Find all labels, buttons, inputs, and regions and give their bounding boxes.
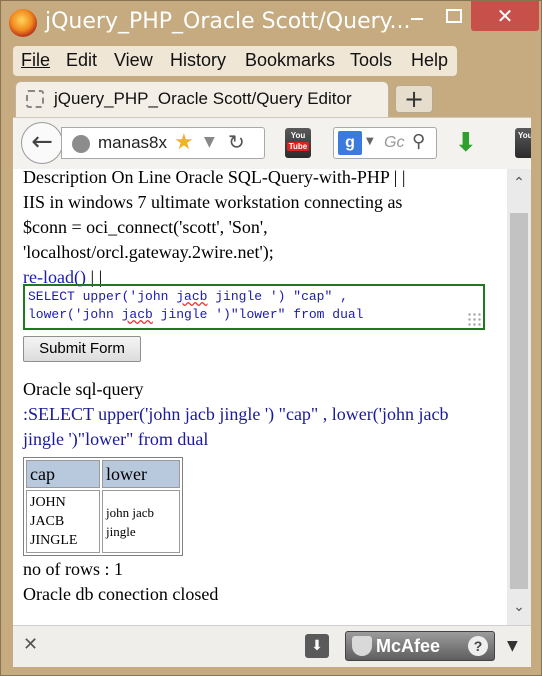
search-icon[interactable]: ⚲ bbox=[412, 131, 425, 152]
connection-closed-message: Oracle db conection closed bbox=[23, 584, 219, 604]
sql-text-misspelled: jacb bbox=[176, 289, 208, 304]
add-on-bar: ✕ ⬇ McAfee ? ▼ bbox=[13, 625, 531, 667]
tab-title: jQuery_PHP_Oracle Scott/Query Editor bbox=[54, 89, 352, 108]
cell-line: JINGLE bbox=[30, 533, 78, 548]
globe-icon[interactable] bbox=[72, 135, 90, 153]
submit-form-button[interactable]: Submit Form bbox=[23, 336, 141, 362]
help-icon[interactable]: ? bbox=[468, 636, 488, 656]
back-arrow-icon[interactable]: ← bbox=[21, 122, 63, 164]
cell-line: john jacb bbox=[106, 504, 155, 520]
query-text: :SELECT upper('john jacb jingle ') "cap"… bbox=[23, 404, 449, 449]
menu-file[interactable]: File bbox=[21, 50, 50, 71]
tab-query-editor[interactable]: jQuery_PHP_Oracle Scott/Query Editor bbox=[15, 81, 389, 117]
menu-bookmarks-label: Bookmarks bbox=[245, 50, 336, 70]
column-header-lower: lower bbox=[102, 460, 180, 488]
row-count: no of rows : 1 bbox=[23, 559, 123, 579]
menu-edit[interactable]: Edit bbox=[66, 50, 97, 71]
page-icon bbox=[26, 90, 44, 108]
search-bar[interactable]: g ▼ Gc ⚲ bbox=[333, 127, 437, 159]
description-line: 'localhost/orcl.gateway.2wire.net'); bbox=[23, 242, 274, 262]
sql-text: SELECT upper('john bbox=[28, 289, 177, 304]
browser-window: jQuery_PHP_Oracle Scott/Query... ✕ File … bbox=[0, 0, 542, 676]
cell-line: JACB bbox=[30, 514, 65, 529]
url-input[interactable]: manas8x bbox=[98, 133, 167, 153]
history-dropdown-icon[interactable]: ▼ bbox=[204, 134, 215, 150]
navigation-toolbar: ← manas8x ★ ▼ ↻ You Tube g ▼ Gc ⚲ ⬇ You bbox=[13, 117, 531, 169]
scroll-up-icon[interactable]: ⌃ bbox=[507, 175, 531, 195]
cell-cap: JOHN JACB JINGLE bbox=[26, 490, 100, 553]
menu-bar: File Edit View History Bookmarks Tools H… bbox=[13, 46, 457, 76]
cell-lower: john jacb jingle bbox=[102, 490, 180, 553]
cell-line: JOHN bbox=[30, 495, 66, 510]
column-header-cap: cap bbox=[26, 460, 100, 488]
new-tab-button[interactable]: + bbox=[395, 85, 433, 113]
menu-bookmarks[interactable]: Bookmarks bbox=[245, 50, 335, 71]
page-content: Description On Line Oracle SQL-Query-wit… bbox=[13, 169, 507, 625]
window-title: jQuery_PHP_Oracle Scott/Query... bbox=[45, 9, 411, 34]
title-bar[interactable]: jQuery_PHP_Oracle Scott/Query... ✕ bbox=[1, 1, 541, 43]
download-icon[interactable]: ⬇ bbox=[455, 128, 477, 158]
table-header-row: cap lower bbox=[26, 460, 180, 488]
menu-help[interactable]: Help bbox=[411, 50, 448, 71]
search-engine-dropdown-icon[interactable]: ▼ bbox=[366, 136, 374, 147]
cell-line: jingle bbox=[106, 523, 136, 539]
menu-history-label: History bbox=[170, 50, 227, 70]
resize-grip-icon[interactable] bbox=[467, 312, 481, 326]
google-icon[interactable]: g bbox=[338, 131, 362, 155]
firefox-icon[interactable] bbox=[9, 9, 37, 37]
close-addon-bar-icon[interactable]: ✕ bbox=[23, 634, 38, 655]
menu-history[interactable]: History bbox=[170, 50, 226, 71]
scroll-down-icon[interactable]: ⌄ bbox=[507, 599, 531, 619]
scroll-thumb[interactable] bbox=[510, 213, 528, 589]
description-line: IIS in windows 7 ultimate workstation co… bbox=[23, 192, 403, 212]
mcafee-shield-icon bbox=[352, 636, 372, 656]
youtube-icon[interactable]: You bbox=[515, 128, 531, 158]
menu-help-label: Help bbox=[411, 50, 449, 70]
reload-icon[interactable]: ↻ bbox=[228, 130, 245, 154]
menu-file-label: File bbox=[21, 50, 51, 70]
menu-view-label: View bbox=[114, 50, 153, 70]
minimize-button[interactable] bbox=[399, 1, 435, 31]
mcafee-button[interactable]: McAfee ? bbox=[345, 631, 495, 661]
page-body: Description On Line Oracle SQL-Query-wit… bbox=[23, 169, 501, 604]
maximize-button[interactable] bbox=[435, 1, 471, 31]
sql-text-misspelled: jacb bbox=[121, 307, 153, 322]
menu-tools-label: Tools bbox=[350, 50, 393, 70]
sql-query-textarea[interactable]: SELECT upper('john jacb jingle ') "cap" … bbox=[23, 284, 485, 330]
download-status-icon[interactable]: ⬇ bbox=[305, 634, 329, 658]
sql-text: lower('john bbox=[28, 307, 122, 322]
url-bar[interactable]: manas8x ★ ▼ ↻ bbox=[61, 127, 265, 159]
result-table: cap lower JOHN JACB JINGLE john jacb jin… bbox=[23, 457, 183, 556]
star-icon[interactable]: ★ bbox=[174, 130, 194, 155]
youtube-icon[interactable]: You Tube bbox=[285, 128, 311, 158]
sql-text: jingle ') "cap" , bbox=[207, 289, 348, 304]
search-input[interactable]: Gc bbox=[384, 134, 404, 152]
vertical-scrollbar[interactable]: ⌃ ⌄ bbox=[507, 169, 531, 625]
menu-edit-label: Edit bbox=[66, 50, 98, 70]
query-heading: Oracle sql-query bbox=[23, 379, 144, 399]
mcafee-label: McAfee bbox=[376, 636, 441, 656]
table-row: JOHN JACB JINGLE john jacb jingle bbox=[26, 490, 180, 553]
description-line: $conn = oci_connect('scott', 'Son', bbox=[23, 217, 268, 237]
description-line: Description On Line Oracle SQL-Query-wit… bbox=[23, 169, 406, 187]
close-window-button[interactable]: ✕ bbox=[471, 1, 539, 31]
sql-text: jingle ')"lower" from dual bbox=[152, 307, 364, 322]
menu-tools[interactable]: Tools bbox=[350, 50, 392, 71]
addon-dropdown-icon[interactable]: ▼ bbox=[507, 638, 518, 654]
menu-view[interactable]: View bbox=[114, 50, 153, 71]
